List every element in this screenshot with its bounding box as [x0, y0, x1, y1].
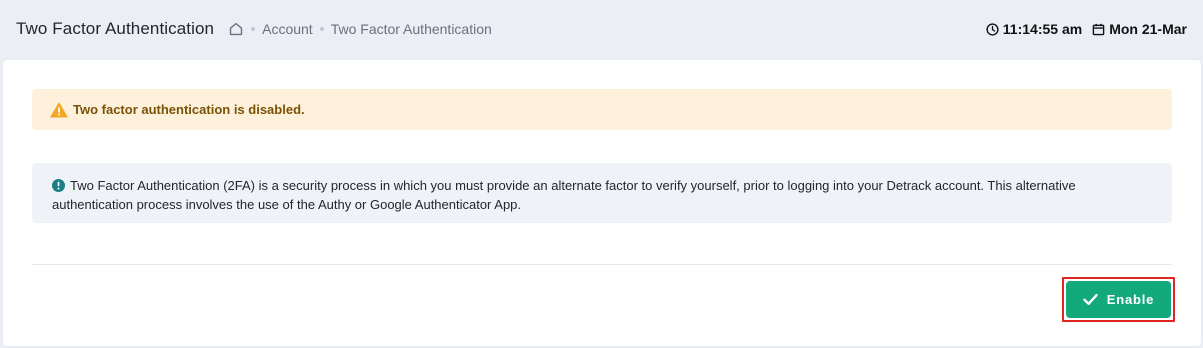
time-display: 11:14:55 am	[986, 21, 1082, 37]
datetime-display: 11:14:55 am Mon 21-Mar	[986, 21, 1187, 37]
warning-icon	[50, 102, 68, 118]
warning-alert: Two factor authentication is disabled.	[32, 89, 1172, 130]
check-icon	[1083, 293, 1098, 306]
breadcrumb: Account Two Factor Authentication	[228, 21, 492, 37]
page-title: Two Factor Authentication	[16, 19, 215, 38]
enable-button[interactable]: Enable	[1066, 281, 1171, 318]
calendar-icon	[1092, 23, 1105, 35]
enable-button-label: Enable	[1106, 292, 1155, 307]
date-text: Mon 21-Mar	[1109, 21, 1187, 37]
breadcrumb-separator	[319, 27, 324, 31]
warning-text: Two factor authentication is disabled.	[73, 102, 305, 117]
home-icon[interactable]	[228, 21, 244, 37]
info-text: Two Factor Authentication (2FA) is a sec…	[52, 178, 1076, 212]
top-bar: Two Factor Authentication Account Two Fa…	[0, 0, 1203, 58]
date-display: Mon 21-Mar	[1092, 21, 1187, 37]
info-icon	[52, 178, 65, 192]
time-text: 11:14:55 am	[1002, 21, 1083, 37]
enable-button-highlight: Enable	[1062, 277, 1175, 322]
breadcrumb-current: Two Factor Authentication	[330, 21, 492, 37]
breadcrumb-separator	[251, 27, 256, 31]
divider	[32, 264, 1172, 265]
info-alert: Two Factor Authentication (2FA) is a sec…	[32, 163, 1172, 223]
breadcrumb-account-link[interactable]: Account	[262, 21, 313, 37]
clock-icon	[986, 22, 999, 36]
two-factor-card: Two factor authentication is disabled. T…	[3, 60, 1201, 346]
